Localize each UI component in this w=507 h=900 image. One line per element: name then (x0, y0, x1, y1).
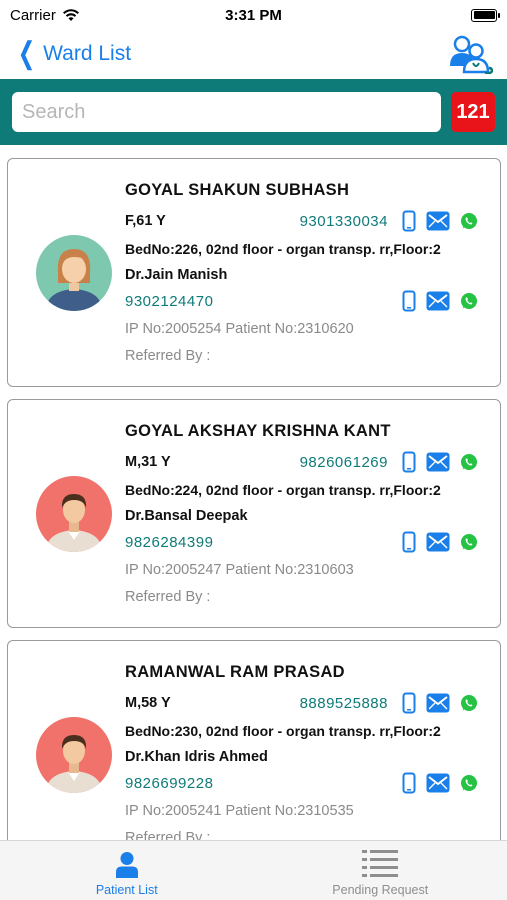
whatsapp-icon[interactable] (460, 292, 478, 310)
whatsapp-icon[interactable] (460, 694, 478, 712)
mobile-phone-icon[interactable] (402, 772, 416, 794)
doctor-contact-row: 9826699228 (125, 769, 478, 797)
female-avatar-icon (36, 235, 112, 311)
patient-card[interactable]: RAMANWAL RAM PRASAD M,58 Y 8889525888 Be… (7, 640, 501, 840)
mobile-phone-icon[interactable] (402, 692, 416, 714)
back-button-label: Ward List (43, 42, 132, 65)
tab-bar: Patient List Pending Request (0, 840, 507, 900)
whatsapp-icon[interactable] (460, 774, 478, 792)
ip-patient-numbers: IP No:2005254 Patient No:2310620 (125, 320, 354, 337)
tab-pending-request[interactable]: Pending Request (254, 841, 507, 900)
email-icon[interactable] (426, 211, 450, 231)
patient-info: GOYAL AKSHAY KRISHNA KANT M,31 Y 9826061… (125, 422, 478, 610)
referred-by: Referred By : (125, 829, 211, 841)
mobile-phone-icon[interactable] (402, 290, 416, 312)
mobile-phone-icon[interactable] (402, 451, 416, 473)
male-avatar-icon (36, 476, 112, 552)
tab-label: Patient List (95, 883, 158, 897)
back-button[interactable]: ❮ Ward List (14, 39, 131, 69)
search-bar: 121 (0, 79, 507, 145)
patient-card[interactable]: GOYAL SHAKUN SUBHASH F,61 Y 9301330034 B… (7, 158, 501, 387)
whatsapp-icon[interactable] (460, 533, 478, 551)
doctor-contact-row: 9826284399 (125, 528, 478, 556)
doctor-name: Dr.Khan Idris Ahmed (125, 749, 268, 765)
bed-info: BedNo:224, 02nd floor - organ transp. rr… (125, 482, 441, 498)
doctor-phone[interactable]: 9826284399 (125, 534, 213, 551)
email-icon[interactable] (426, 773, 450, 793)
referred-by: Referred By : (125, 588, 211, 605)
email-icon[interactable] (426, 693, 450, 713)
whatsapp-icon[interactable] (460, 453, 478, 471)
doctor-contact-row: 9302124470 (125, 287, 478, 315)
person-icon (115, 852, 138, 878)
mobile-phone-icon[interactable] (402, 531, 416, 553)
email-icon[interactable] (426, 532, 450, 552)
doctor-name: Dr.Bansal Deepak (125, 508, 248, 524)
avatar (36, 476, 112, 552)
patient-contact-row: F,61 Y 9301330034 (125, 207, 478, 235)
avatar (36, 235, 112, 311)
navigation-bar: ❮ Ward List (0, 30, 507, 78)
search-input[interactable] (12, 92, 441, 132)
chevron-left-icon: ❮ (17, 37, 36, 70)
patient-contact-icons (402, 692, 478, 714)
patient-contact-row: M,58 Y 8889525888 (125, 689, 478, 717)
status-bar: Carrier 3:31 PM (0, 0, 507, 30)
doctor-phone[interactable]: 9302124470 (125, 293, 213, 310)
patient-name: GOYAL SHAKUN SUBHASH (125, 181, 350, 199)
doctor-contact-icons (402, 531, 478, 553)
patient-card[interactable]: GOYAL AKSHAY KRISHNA KANT M,31 Y 9826061… (7, 399, 501, 628)
patient-contact-icons (402, 210, 478, 232)
avatar (36, 717, 112, 793)
email-icon[interactable] (426, 452, 450, 472)
status-time: 3:31 PM (225, 6, 282, 24)
patient-phone[interactable]: 8889525888 (300, 695, 388, 712)
bed-info: BedNo:226, 02nd floor - organ transp. rr… (125, 241, 441, 257)
tab-label: Pending Request (332, 883, 429, 897)
mobile-phone-icon[interactable] (402, 210, 416, 232)
patient-name: RAMANWAL RAM PRASAD (125, 663, 345, 681)
doctor-name: Dr.Jain Manish (125, 267, 228, 283)
patient-phone[interactable]: 9301330034 (300, 213, 388, 230)
patient-info: GOYAL SHAKUN SUBHASH F,61 Y 9301330034 B… (125, 181, 478, 369)
patient-list[interactable]: GOYAL SHAKUN SUBHASH F,61 Y 9301330034 B… (7, 158, 501, 840)
patient-name: GOYAL AKSHAY KRISHNA KANT (125, 422, 391, 440)
male-avatar-icon (36, 717, 112, 793)
whatsapp-icon[interactable] (460, 212, 478, 230)
bed-info: BedNo:230, 02nd floor - organ transp. rr… (125, 723, 441, 739)
patient-phone[interactable]: 9826061269 (300, 454, 388, 471)
list-icon (362, 850, 399, 877)
doctor-contact-icons (402, 290, 478, 312)
doctors-icon[interactable] (445, 34, 493, 74)
patient-contact-row: M,31 Y 9826061269 (125, 448, 478, 476)
doctor-phone[interactable]: 9826699228 (125, 775, 213, 792)
gender-age: M,58 Y (125, 695, 171, 711)
patient-count-badge: 121 (451, 92, 495, 132)
referred-by: Referred By : (125, 347, 211, 364)
doctor-contact-icons (402, 772, 478, 794)
battery-icon (471, 8, 500, 22)
email-icon[interactable] (426, 291, 450, 311)
patient-contact-icons (402, 451, 478, 473)
ip-patient-numbers: IP No:2005241 Patient No:2310535 (125, 802, 354, 819)
gender-age: M,31 Y (125, 454, 171, 470)
patient-info: RAMANWAL RAM PRASAD M,58 Y 8889525888 Be… (125, 663, 478, 840)
gender-age: F,61 Y (125, 213, 166, 229)
ip-patient-numbers: IP No:2005247 Patient No:2310603 (125, 561, 354, 578)
tab-patient-list[interactable]: Patient List (0, 841, 254, 900)
